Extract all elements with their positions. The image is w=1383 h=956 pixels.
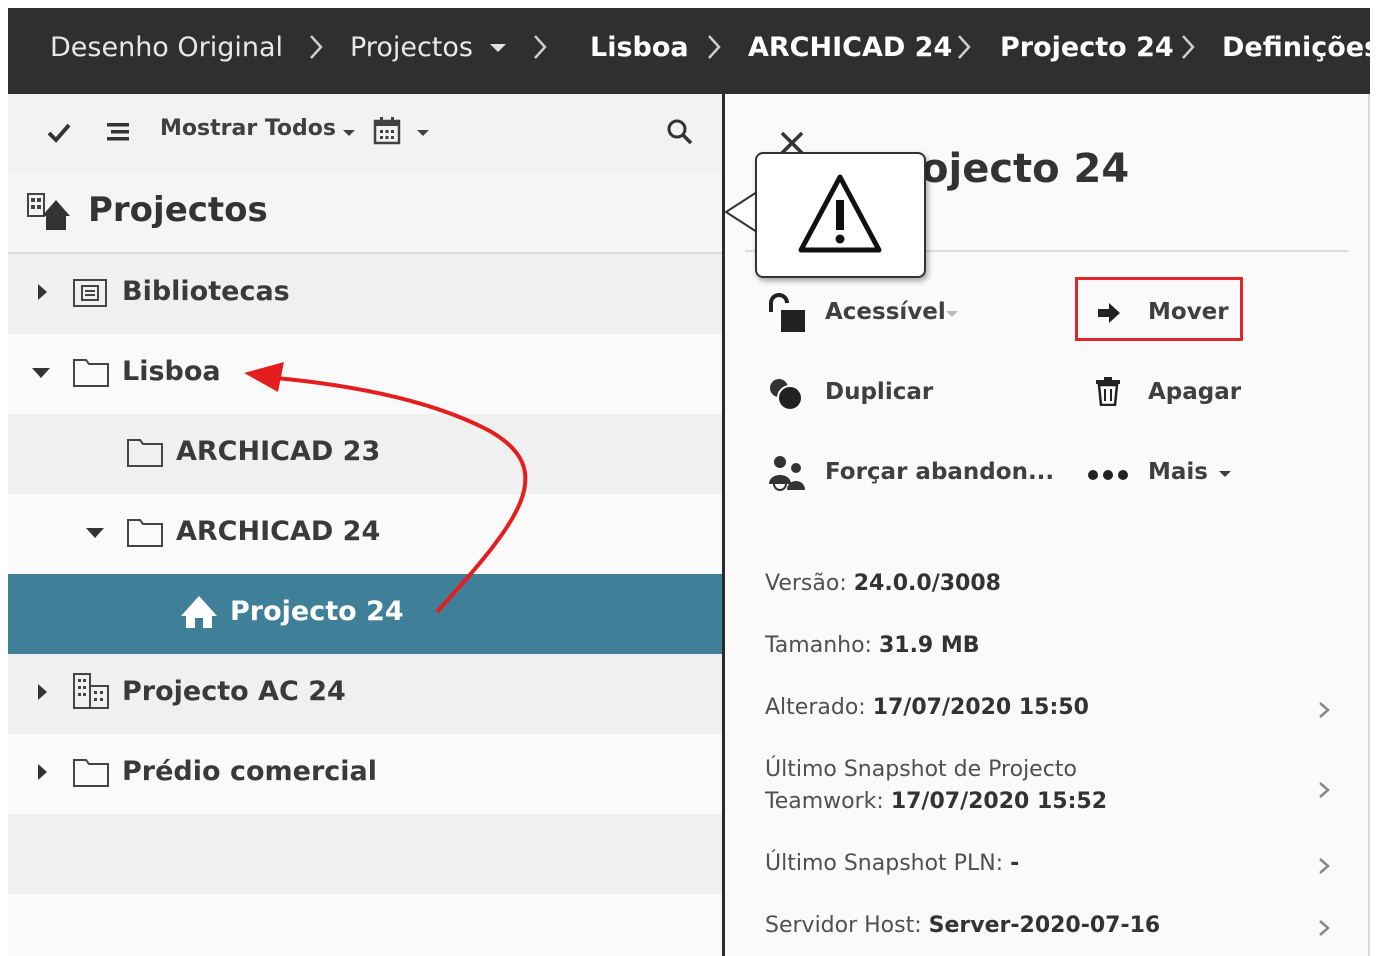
breadcrumb-projecto-24[interactable]: Projecto 24 xyxy=(1000,8,1174,88)
unlock-icon xyxy=(769,293,805,332)
folder-icon xyxy=(73,359,109,387)
project-tree-panel: Mostrar Todos Projectos Bibliotecas Lisb… xyxy=(8,94,723,956)
breadcrumb: Desenho Original Projectos Lisboa ARCHIC… xyxy=(8,8,1370,94)
server-host-info[interactable]: Servidor Host: Server-2020-07-16 xyxy=(765,910,1160,942)
warning-icon xyxy=(798,174,882,253)
tree-item-label: Lisboa xyxy=(122,356,221,387)
caret-down-icon[interactable] xyxy=(945,309,959,319)
teamwork-project-icon xyxy=(181,596,217,628)
tree-item-archicad-24[interactable]: ARCHICAD 24 xyxy=(8,494,723,574)
search-icon[interactable] xyxy=(666,118,694,146)
tree-item-label: ARCHICAD 23 xyxy=(176,436,381,467)
breadcrumb-archicad-24[interactable]: ARCHICAD 24 xyxy=(748,8,952,88)
warning-callout xyxy=(755,152,926,278)
folder-icon xyxy=(127,439,163,467)
tree-item-projecto-ac-24[interactable]: Projecto AC 24 xyxy=(8,654,723,734)
trash-icon xyxy=(1096,377,1120,406)
collapse-arrow-icon[interactable] xyxy=(84,526,106,540)
breadcrumb-projectos[interactable]: Projectos xyxy=(350,8,473,88)
tree-item-label: Prédio comercial xyxy=(122,756,377,787)
chevron-right-icon xyxy=(1182,35,1195,59)
filter-dropdown-label[interactable]: Mostrar Todos xyxy=(160,116,336,141)
tree-item-label: Projecto AC 24 xyxy=(122,676,346,707)
library-folder-icon xyxy=(73,279,107,307)
folder-icon xyxy=(73,759,109,787)
chevron-right-icon[interactable] xyxy=(1317,700,1331,720)
duplicate-button[interactable]: Duplicar xyxy=(825,379,933,405)
more-dropdown[interactable]: Mais xyxy=(1148,459,1208,485)
chevron-right-icon xyxy=(958,35,971,59)
callout-pointer xyxy=(724,190,758,234)
chevron-right-icon[interactable] xyxy=(1317,780,1331,800)
delete-button[interactable]: Apagar xyxy=(1148,379,1241,405)
details-title: ojecto 24 xyxy=(921,146,1130,192)
users-icon xyxy=(769,456,805,491)
version-info: Versão: 24.0.0/3008 xyxy=(765,571,1001,596)
caret-down-icon[interactable] xyxy=(1218,469,1232,479)
caret-down-icon[interactable] xyxy=(342,128,356,138)
chevron-right-icon xyxy=(708,35,721,59)
tree-item-bibliotecas[interactable]: Bibliotecas xyxy=(8,254,723,334)
breadcrumb-desenho-original[interactable]: Desenho Original xyxy=(50,8,283,88)
caret-down-icon[interactable] xyxy=(488,42,508,54)
tree-empty-row xyxy=(8,894,723,956)
breadcrumb-lisboa[interactable]: Lisboa xyxy=(590,8,689,88)
list-icon[interactable] xyxy=(106,120,130,144)
check-icon[interactable] xyxy=(46,122,72,144)
tree-header: Projectos xyxy=(8,172,723,254)
duplicate-icon xyxy=(770,379,803,411)
chevron-right-icon[interactable] xyxy=(1317,918,1331,938)
tree-toolbar: Mostrar Todos xyxy=(8,94,723,172)
expand-arrow-icon[interactable] xyxy=(36,762,48,782)
access-dropdown[interactable]: Acessível xyxy=(825,299,946,325)
projects-icon xyxy=(27,193,70,230)
expand-arrow-icon[interactable] xyxy=(36,282,48,302)
tree-title: Projectos xyxy=(88,190,268,230)
tree-item-label: Bibliotecas xyxy=(122,276,290,307)
more-dots-icon xyxy=(1088,470,1128,480)
folder-icon xyxy=(127,519,163,547)
tree-item-archicad-23[interactable]: ARCHICAD 23 xyxy=(8,414,723,494)
size-info: Tamanho: 31.9 MB xyxy=(765,633,980,658)
panel-edge xyxy=(1368,94,1370,956)
move-button[interactable]: Mover xyxy=(1148,299,1229,325)
tree-item-label: Projecto 24 xyxy=(230,596,404,627)
force-leave-button[interactable]: Forçar abandon... xyxy=(825,459,1054,485)
tree-item-projecto-24[interactable]: Projecto 24 xyxy=(8,574,723,654)
expand-arrow-icon[interactable] xyxy=(36,682,48,702)
calendar-icon[interactable] xyxy=(372,116,402,146)
modified-info[interactable]: Alterado: 17/07/2020 15:50 xyxy=(765,692,1089,724)
pln-snapshot-info[interactable]: Último Snapshot PLN: - xyxy=(765,848,1019,880)
building-project-icon xyxy=(73,673,109,709)
teamwork-snapshot-info[interactable]: Último Snapshot de Projecto Teamwork: 17… xyxy=(765,754,1107,818)
breadcrumb-definicoes[interactable]: Definições xyxy=(1222,8,1370,88)
chevron-right-icon[interactable] xyxy=(1317,856,1331,876)
caret-down-icon[interactable] xyxy=(416,128,430,138)
chevron-right-icon xyxy=(310,35,323,59)
chevron-right-icon xyxy=(534,35,547,59)
collapse-arrow-icon[interactable] xyxy=(30,366,52,380)
tree-item-lisboa[interactable]: Lisboa xyxy=(8,334,723,414)
tree-empty-row xyxy=(8,814,723,894)
tree-item-label: ARCHICAD 24 xyxy=(176,516,381,547)
tree-item-predio-comercial[interactable]: Prédio comercial xyxy=(8,734,723,814)
arrow-right-icon xyxy=(1098,303,1120,323)
